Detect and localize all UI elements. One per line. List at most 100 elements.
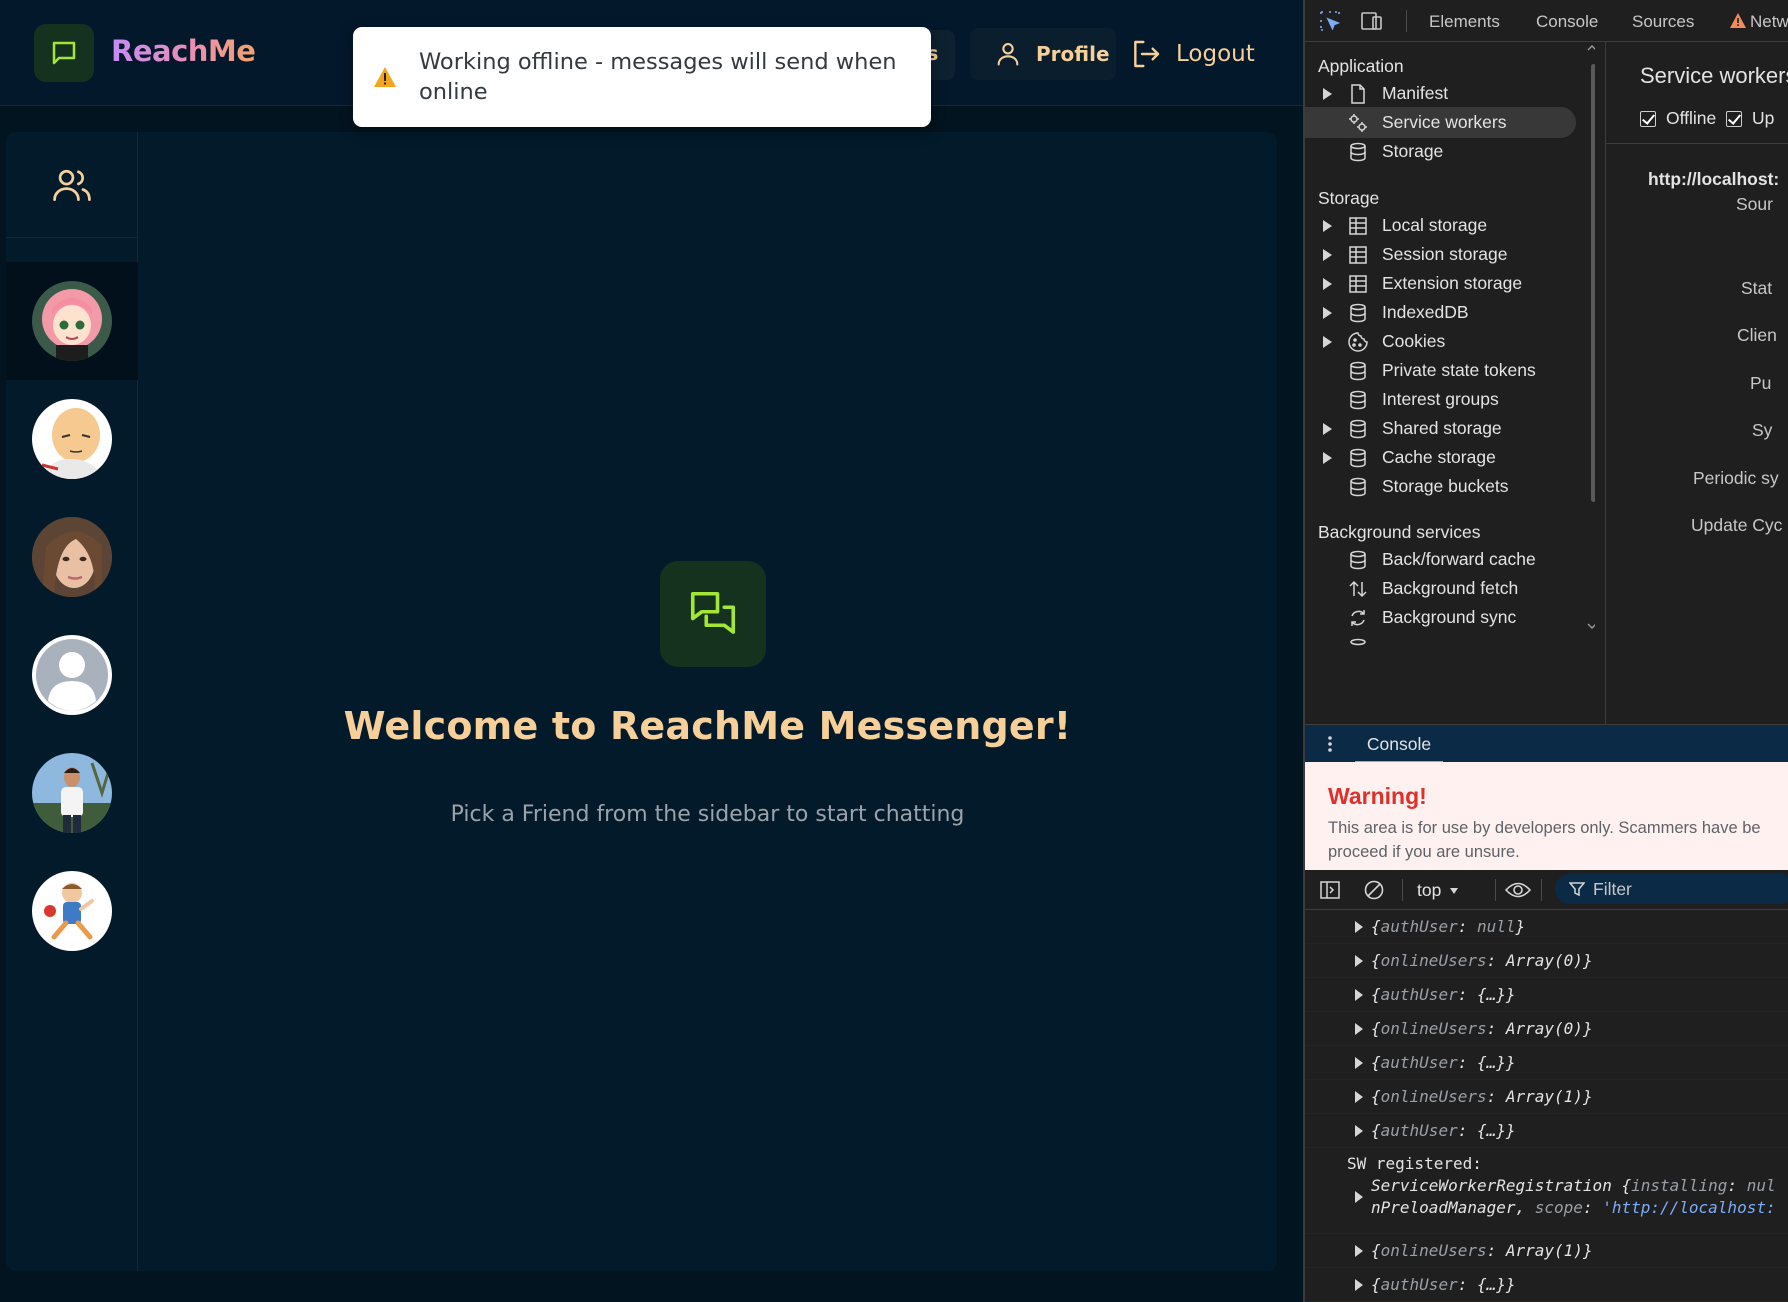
offline-checkbox[interactable]: Offline bbox=[1640, 108, 1716, 129]
devtools-tab-bar: Elements Console Sources Netw bbox=[1305, 0, 1788, 42]
log-entry[interactable]: {authUser: {…}} bbox=[1305, 1046, 1788, 1080]
tree-item-storage[interactable]: Storage bbox=[1305, 136, 1588, 167]
tree-item-background-sync[interactable]: Background sync bbox=[1305, 602, 1588, 633]
log-entry[interactable]: {authUser: null} bbox=[1305, 910, 1788, 944]
sync-icon bbox=[1351, 610, 1365, 626]
console-toolbar: top Filter bbox=[1305, 870, 1788, 910]
expand-arrow-icon[interactable] bbox=[1323, 451, 1332, 464]
log-entry[interactable]: {authUser: {…}} bbox=[1305, 978, 1788, 1012]
warning-title: Warning! bbox=[1328, 783, 1427, 809]
friend-item[interactable] bbox=[6, 262, 138, 380]
brand-name[interactable]: ReachMe bbox=[111, 34, 256, 68]
tree-item-private-state-tokens[interactable]: Private state tokens bbox=[1305, 355, 1588, 386]
expand-arrow-icon[interactable] bbox=[1355, 921, 1363, 933]
sw-origin: http://localhost: bbox=[1648, 169, 1780, 189]
tree-item-session-storage[interactable]: Session storage bbox=[1305, 239, 1588, 270]
tree-item-interest-groups[interactable]: Interest groups bbox=[1305, 384, 1588, 415]
tree-item-background-fetch[interactable]: Background fetch bbox=[1305, 573, 1588, 604]
expand-arrow-icon[interactable] bbox=[1355, 1191, 1363, 1203]
scroll-down-icon[interactable] bbox=[1587, 622, 1595, 630]
log-entry[interactable]: {onlineUsers: Array(0)} bbox=[1305, 1012, 1788, 1046]
expand-arrow-icon[interactable] bbox=[1355, 989, 1363, 1001]
friend-item[interactable] bbox=[6, 852, 138, 970]
filter-icon bbox=[1569, 882, 1585, 897]
welcome-subtitle: Pick a Friend from the sidebar to start … bbox=[450, 802, 965, 827]
expand-arrow-icon[interactable] bbox=[1355, 1023, 1363, 1035]
tab-network[interactable]: Netw bbox=[1750, 12, 1788, 32]
friend-item[interactable] bbox=[6, 734, 138, 852]
profile-button-label: Profile bbox=[1036, 42, 1110, 66]
tab-console[interactable]: Console bbox=[1536, 12, 1598, 32]
tree-item-storage-buckets[interactable]: Storage buckets bbox=[1305, 471, 1588, 502]
toast-message: Working offline - messages will send whe… bbox=[419, 49, 897, 105]
app-window: ReachMe s Profile Logout Working offline… bbox=[0, 0, 1303, 1302]
expand-arrow-icon[interactable] bbox=[1355, 1245, 1363, 1257]
expand-arrow-icon[interactable] bbox=[1355, 1125, 1363, 1137]
drawer-tab-console[interactable]: Console bbox=[1355, 733, 1443, 763]
expand-arrow-icon[interactable] bbox=[1323, 422, 1332, 435]
sidebar-toggle-icon[interactable] bbox=[1319, 880, 1341, 900]
toolbar-separator bbox=[1402, 879, 1403, 901]
tree-item-indexeddb[interactable]: IndexedDB bbox=[1305, 297, 1588, 328]
logout-button[interactable]: Logout bbox=[1130, 34, 1255, 74]
tree-item-cookies[interactable]: Cookies bbox=[1305, 326, 1588, 357]
tree-item-cache-storage[interactable]: Cache storage bbox=[1305, 442, 1588, 473]
expand-arrow-icon[interactable] bbox=[1323, 219, 1332, 232]
logo-icon[interactable] bbox=[34, 24, 94, 82]
friends-sidebar bbox=[6, 132, 138, 1271]
log-entry[interactable]: {authUser: {…}} bbox=[1305, 1268, 1788, 1302]
scroll-up-icon[interactable] bbox=[1587, 44, 1595, 52]
tree-item-shared-storage[interactable]: Shared storage bbox=[1305, 413, 1588, 444]
device-toolbar-icon[interactable] bbox=[1360, 10, 1384, 32]
log-entry[interactable]: {onlineUsers: Array(0)} bbox=[1305, 944, 1788, 978]
expand-arrow-icon[interactable] bbox=[1323, 277, 1332, 290]
expand-arrow-icon[interactable] bbox=[1323, 306, 1332, 319]
database-icon bbox=[1350, 419, 1366, 439]
expand-arrow-icon[interactable] bbox=[1355, 1057, 1363, 1069]
users-icon[interactable] bbox=[50, 163, 94, 207]
avatar bbox=[32, 753, 112, 833]
expand-arrow-icon[interactable] bbox=[1323, 335, 1332, 348]
expand-arrow-icon[interactable] bbox=[1323, 248, 1332, 261]
expand-arrow-icon[interactable] bbox=[1355, 955, 1363, 967]
avatar bbox=[32, 281, 112, 361]
console-filter-input[interactable]: Filter bbox=[1555, 874, 1788, 904]
tab-elements[interactable]: Elements bbox=[1429, 12, 1500, 32]
avatar bbox=[32, 517, 112, 597]
eye-icon[interactable] bbox=[1505, 880, 1531, 900]
sw-key-update-cycle: Update Cyc bbox=[1691, 515, 1783, 535]
tree-item-back-forward-cache[interactable]: Back/forward cache bbox=[1305, 544, 1588, 575]
friend-item[interactable] bbox=[6, 616, 138, 734]
context-selector[interactable]: top bbox=[1417, 880, 1459, 901]
profile-button[interactable]: Profile bbox=[970, 28, 1116, 80]
tree-item-local-storage[interactable]: Local storage bbox=[1305, 210, 1588, 241]
log-entry[interactable]: {onlineUsers: Array(1)} bbox=[1305, 1080, 1788, 1114]
self-xss-warning: Warning! This area is for use by develop… bbox=[1305, 762, 1788, 870]
log-entry[interactable]: {authUser: {…}} bbox=[1305, 1114, 1788, 1148]
clear-console-icon[interactable] bbox=[1363, 879, 1385, 901]
checkbox-checked[interactable] bbox=[1640, 110, 1656, 127]
expand-arrow-icon[interactable] bbox=[1323, 87, 1332, 100]
tree-item-manifest[interactable]: Manifest bbox=[1305, 78, 1588, 109]
console-drawer-bar: Console bbox=[1305, 724, 1788, 763]
checkbox-checked[interactable] bbox=[1726, 110, 1742, 127]
devtools-panel: Elements Console Sources Netw Applicatio… bbox=[1303, 0, 1788, 1302]
log-entry-sw-registered[interactable]: SW registered: ServiceWorkerRegistration… bbox=[1305, 1148, 1788, 1234]
expand-arrow-icon[interactable] bbox=[1355, 1091, 1363, 1103]
tree-scrollbar-thumb[interactable] bbox=[1591, 64, 1595, 502]
tree-item-extension-storage[interactable]: Extension storage bbox=[1305, 268, 1588, 299]
tree-item-service-workers[interactable]: Service workers bbox=[1305, 107, 1576, 138]
welcome-title: Welcome to ReachMe Messenger! bbox=[343, 704, 1072, 748]
more-options-icon[interactable] bbox=[1327, 735, 1333, 753]
inspect-element-icon[interactable] bbox=[1319, 10, 1341, 32]
section-background-services: Background services bbox=[1318, 522, 1481, 542]
update-on-reload-checkbox[interactable]: Up bbox=[1726, 108, 1774, 129]
expand-arrow-icon[interactable] bbox=[1355, 1279, 1363, 1291]
friend-item[interactable] bbox=[6, 498, 138, 616]
friend-item[interactable] bbox=[6, 380, 138, 498]
database-icon bbox=[1350, 448, 1366, 468]
avatar bbox=[32, 871, 112, 951]
log-entry[interactable]: {onlineUsers: Array(1)} bbox=[1305, 1234, 1788, 1268]
service-workers-title: Service workers bbox=[1640, 63, 1788, 88]
tab-sources[interactable]: Sources bbox=[1632, 12, 1694, 32]
